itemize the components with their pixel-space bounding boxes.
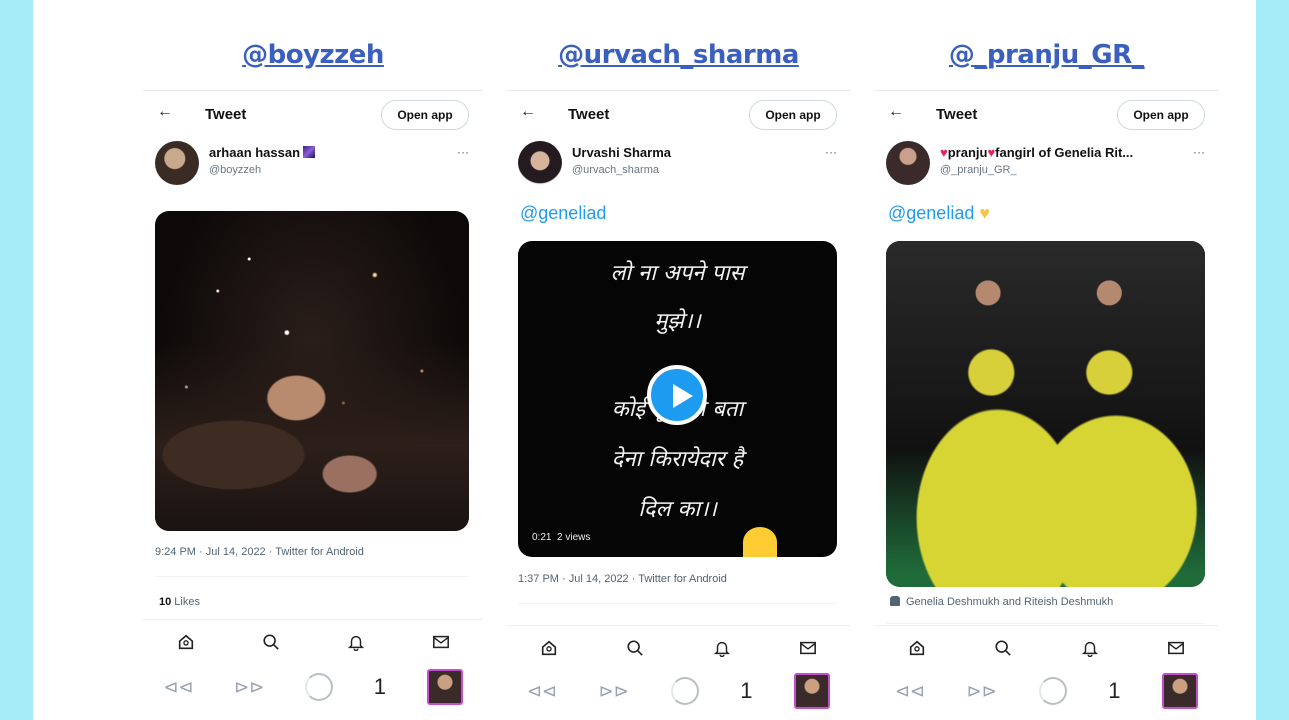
author-handle[interactable]: @_pranju_GR_ <box>940 164 1017 176</box>
rewind-icon[interactable]: ⊲⊲ <box>163 677 193 698</box>
open-app-button[interactable]: Open app <box>381 100 469 130</box>
divider <box>886 623 1205 624</box>
avatar[interactable] <box>155 141 199 185</box>
more-icon[interactable]: ··· <box>457 145 469 159</box>
bottom-nav <box>506 625 851 670</box>
loading-icon[interactable] <box>670 677 699 705</box>
column-title: @boyzzeh <box>242 40 384 70</box>
home-icon[interactable] <box>906 637 928 659</box>
tab-count[interactable]: 1 <box>374 674 386 700</box>
tweet-author[interactable]: Urvashi Sharma @urvach_sharma ··· <box>518 141 839 189</box>
author-name[interactable]: ♥pranju♥fangirl of Genelia Rit... <box>940 145 1133 160</box>
tab-count[interactable]: 1 <box>1108 678 1120 704</box>
android-nav: ⊲⊲ ⊳⊳ 1 <box>143 667 483 707</box>
bottom-nav <box>874 625 1219 670</box>
column-title: @_pranju_GR_ <box>948 40 1145 70</box>
tweet-screen: ← Tweet Open app arhaan hassan @boyzzeh … <box>143 90 483 720</box>
person-icon <box>890 596 900 606</box>
play-icon[interactable] <box>647 365 707 425</box>
mention-link[interactable]: @geneliad <box>520 203 606 224</box>
column-boyzzeh: @boyzzeh ← Tweet Open app arhaan hassan … <box>143 0 483 720</box>
home-icon[interactable] <box>175 631 197 653</box>
column-pranju-gr: @_pranju_GR_ ← Tweet Open app ♥pranju♥fa… <box>874 0 1219 720</box>
tweet-image[interactable] <box>886 241 1205 587</box>
profile-thumbnail[interactable] <box>794 673 831 709</box>
mention-link[interactable]: @geneliad ♥ <box>888 203 990 224</box>
tab-count[interactable]: 1 <box>740 678 752 704</box>
yellow-heart-icon: ♥ <box>979 203 991 223</box>
couple-image <box>155 341 469 531</box>
open-app-button[interactable]: Open app <box>1117 100 1205 130</box>
tweet-screen: ← Tweet Open app Urvashi Sharma @urvach_… <box>506 90 851 720</box>
forward-icon[interactable]: ⊳⊳ <box>234 677 264 698</box>
avatar[interactable] <box>886 141 930 185</box>
crying-emoji-icon <box>743 527 777 557</box>
tweet-heading: Tweet <box>568 106 610 123</box>
back-arrow-icon[interactable]: ← <box>157 103 173 121</box>
heart-emoji-icon: ♥ <box>940 145 948 160</box>
video-text-line: देना किरायेदार है <box>611 447 744 472</box>
tweet-timestamp[interactable]: 1:37 PM · Jul 14, 2022 · Twitter for And… <box>518 573 727 585</box>
loading-icon[interactable] <box>1038 677 1067 705</box>
loading-icon[interactable] <box>305 673 334 701</box>
divider <box>518 603 837 604</box>
video-text-line: दिल का।। <box>638 497 717 522</box>
tweet-timestamp[interactable]: 9:24 PM · Jul 14, 2022 · Twitter for And… <box>155 546 364 558</box>
video-meta: 0:21 2 views <box>532 532 591 543</box>
divider <box>155 576 469 577</box>
forward-icon[interactable]: ⊳⊳ <box>967 681 997 702</box>
photo-content <box>886 241 1205 587</box>
more-icon[interactable]: ··· <box>1193 145 1205 159</box>
bell-icon[interactable] <box>1079 637 1101 659</box>
bell-icon[interactable] <box>711 637 733 659</box>
tagged-people[interactable]: Genelia Deshmukh and Riteish Deshmukh <box>890 596 1113 608</box>
topbar: ← Tweet Open app <box>874 91 1219 137</box>
search-icon[interactable] <box>624 637 646 659</box>
video-text-line: मुझे।। <box>654 309 701 334</box>
video-text-line: लो ना अपने पास <box>610 261 745 286</box>
author-handle[interactable]: @boyzzeh <box>209 164 261 176</box>
tweet-image[interactable] <box>155 211 469 531</box>
rewind-icon[interactable]: ⊲⊲ <box>895 681 925 702</box>
bell-icon[interactable] <box>345 631 367 653</box>
tweet-author[interactable]: ♥pranju♥fangirl of Genelia Rit... @_pran… <box>886 141 1207 189</box>
topbar: ← Tweet Open app <box>143 91 483 137</box>
mail-icon[interactable] <box>1165 637 1187 659</box>
search-icon[interactable] <box>260 631 282 653</box>
author-handle[interactable]: @urvach_sharma <box>572 164 659 176</box>
back-arrow-icon[interactable]: ← <box>888 103 904 121</box>
forward-icon[interactable]: ⊳⊳ <box>599 681 629 702</box>
bottom-nav <box>143 619 483 664</box>
profile-thumbnail[interactable] <box>1162 673 1199 709</box>
avatar[interactable] <box>518 141 562 185</box>
tweet-heading: Tweet <box>936 106 978 123</box>
heart-emoji-icon: ♥ <box>987 145 996 160</box>
home-icon[interactable] <box>538 637 560 659</box>
column-urvach-sharma: @urvach_sharma ← Tweet Open app Urvashi … <box>506 0 851 720</box>
author-name[interactable]: Urvashi Sharma <box>572 145 671 160</box>
galaxy-emoji-icon <box>303 146 316 158</box>
android-nav: ⊲⊲ ⊳⊳ 1 <box>874 671 1219 711</box>
column-title: @urvach_sharma <box>558 40 799 70</box>
tweet-author[interactable]: arhaan hassan @boyzzeh ··· <box>155 141 471 189</box>
likes-count[interactable]: 10 Likes <box>159 596 200 608</box>
mail-icon[interactable] <box>797 637 819 659</box>
open-app-button[interactable]: Open app <box>749 100 837 130</box>
tweet-screen: ← Tweet Open app ♥pranju♥fangirl of Gene… <box>874 90 1219 720</box>
mail-icon[interactable] <box>430 631 452 653</box>
rewind-icon[interactable]: ⊲⊲ <box>527 681 557 702</box>
back-arrow-icon[interactable]: ← <box>520 103 536 121</box>
profile-thumbnail[interactable] <box>426 669 463 705</box>
tweet-video[interactable]: लो ना अपने पास मुझे।। कोई पूछे तो बता दे… <box>518 241 837 557</box>
canvas: @boyzzeh ← Tweet Open app arhaan hassan … <box>33 0 1256 720</box>
more-icon[interactable]: ··· <box>825 145 837 159</box>
topbar: ← Tweet Open app <box>506 91 851 137</box>
search-icon[interactable] <box>992 637 1014 659</box>
author-name[interactable]: arhaan hassan <box>209 145 316 160</box>
android-nav: ⊲⊲ ⊳⊳ 1 <box>506 671 851 711</box>
tweet-heading: Tweet <box>205 106 247 123</box>
